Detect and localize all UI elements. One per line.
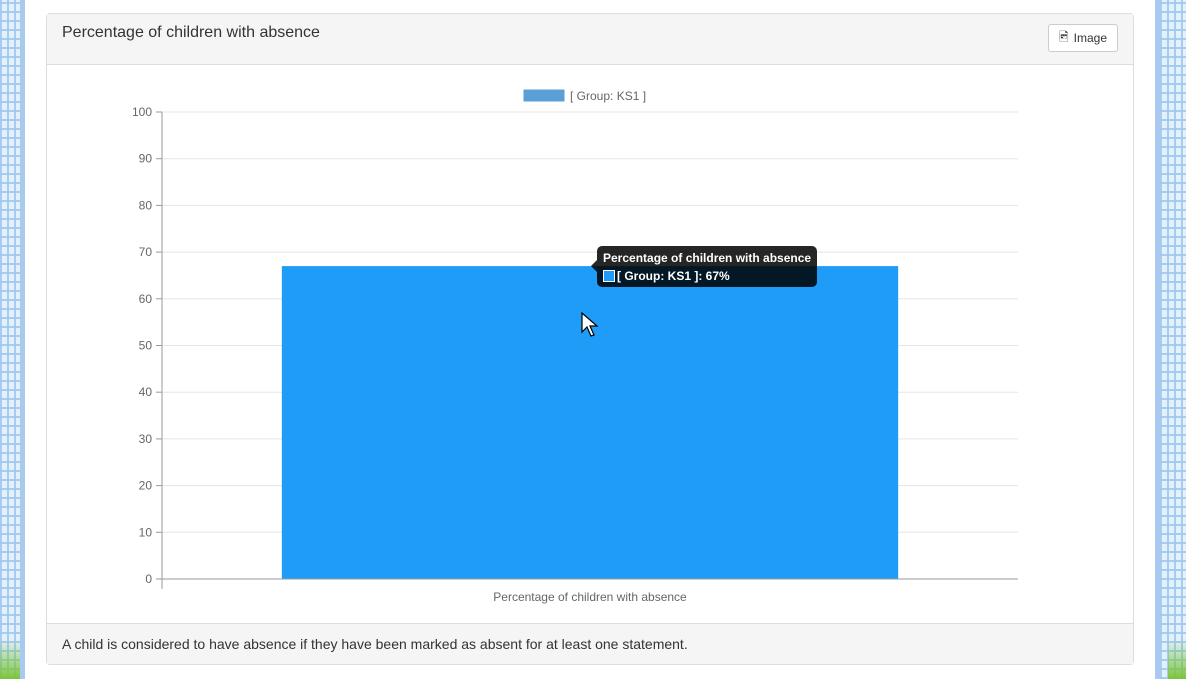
y-tick-label: 10 <box>139 525 153 539</box>
y-tick-label: 20 <box>139 479 153 493</box>
tooltip: Percentage of children with absence [ Gr… <box>591 246 817 287</box>
legend-swatch <box>522 88 566 103</box>
y-tick-label: 90 <box>139 152 153 166</box>
y-tick-label: 70 <box>139 245 153 259</box>
tooltip-value: [ Group: KS1 ]: 67% <box>617 269 730 283</box>
tooltip-title: Percentage of children with absence <box>603 251 812 265</box>
y-tick-label: 0 <box>145 572 152 586</box>
y-tick-label: 40 <box>139 385 153 399</box>
y-tick-label: 50 <box>139 339 153 353</box>
mouse-cursor-icon <box>581 312 599 337</box>
y-tick-label: 80 <box>139 198 153 212</box>
y-tick-label: 60 <box>139 292 153 306</box>
x-tick-label: Percentage of children with absence <box>493 590 687 604</box>
y-tick-label: 30 <box>139 432 153 446</box>
legend[interactable]: [ Group: KS1 ] <box>522 88 646 103</box>
tooltip-swatch <box>603 270 615 282</box>
legend-label: [ Group: KS1 ] <box>570 89 646 103</box>
y-tick-label: 100 <box>132 105 152 119</box>
